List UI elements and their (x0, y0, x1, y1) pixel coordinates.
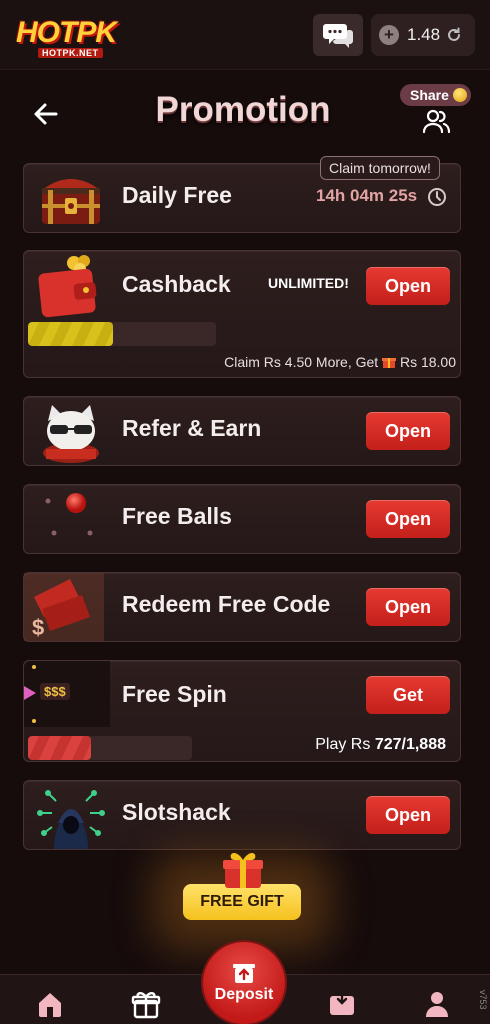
free-balls-card[interactable]: Free Balls Open (23, 484, 461, 554)
coin-icon (452, 88, 467, 102)
daily-timer: 14h 04m 25s (316, 186, 418, 205)
add-funds-icon[interactable]: + (379, 25, 399, 45)
slotshack-open-button[interactable]: Open (366, 796, 450, 834)
spin-progress-fill (28, 736, 92, 760)
cashback-title: Cashback (122, 271, 231, 297)
free-spin-title: Free Spin (122, 681, 227, 707)
cashback-progress-bar (28, 322, 216, 346)
logo-text: HOTPK (16, 16, 117, 49)
share-users-icon[interactable] (421, 108, 451, 134)
play-progress-text: Play Rs 727/1,888 (315, 736, 446, 754)
deposit-label: Deposit (214, 986, 274, 1003)
free-balls-title: Free Balls (122, 503, 232, 529)
spin-progress-bar (28, 736, 192, 760)
claim-tomorrow-tag: Claim tomorrow! (320, 156, 440, 180)
cashback-open-button[interactable]: Open (366, 267, 450, 305)
balance-value: 1.48 (407, 25, 441, 44)
deposit-button[interactable]: Deposit (201, 940, 287, 1024)
refer-earn-open-button[interactable]: Open (366, 412, 450, 450)
redeem-code-card[interactable]: $ Redeem Free Code Open (23, 572, 461, 642)
free-spin-card[interactable]: $$$ Free Spin Get Play Rs 727/1,888 (23, 660, 461, 762)
daily-free-card[interactable]: Daily Free Claim tomorrow! 14h 04m 25s (23, 156, 461, 233)
cashback-progress-fill (28, 322, 113, 346)
unlimited-badge: UNLIMITED! (268, 275, 349, 291)
wallet-nav-icon[interactable] (327, 989, 357, 1019)
clock-icon (428, 188, 446, 206)
share-label: Share (410, 87, 449, 103)
home-icon[interactable] (35, 989, 65, 1019)
slot-machine-icon: $$$ (24, 661, 110, 727)
spin-tag: $$$ (40, 683, 70, 700)
profile-icon[interactable] (422, 989, 452, 1019)
claim-note-amount: Rs 18.00 (399, 354, 456, 370)
play-value: 727/1,888 (374, 736, 446, 753)
mini-gift-icon (382, 358, 397, 368)
hotpk-logo[interactable]: HOTPK HOTPK.NET (16, 14, 128, 60)
logo-subtext: HOTPK.NET (38, 48, 103, 58)
share-badge[interactable]: Share (400, 84, 471, 106)
wallet-coins-icon (38, 255, 97, 318)
tickets-icon: $ (24, 573, 104, 641)
redeem-code-title: Redeem Free Code (122, 591, 331, 617)
deposit-icon (233, 964, 255, 983)
refer-earn-title: Refer & Earn (122, 415, 262, 441)
cat-mascot-icon (43, 405, 99, 463)
gift-nav-icon[interactable] (131, 989, 161, 1019)
slotshack-card[interactable]: Slotshack Open (23, 780, 461, 850)
svg-text:$: $ (32, 615, 44, 640)
redeem-code-open-button[interactable]: Open (366, 588, 450, 626)
page-header: Promotion Share (0, 72, 490, 152)
claim-note-prefix: Claim Rs 4.50 More, Get (224, 354, 379, 370)
free-balls-open-button[interactable]: Open (366, 500, 450, 538)
cashback-card[interactable]: Cashback UNLIMITED! Open Claim Rs 4.50 M… (23, 250, 461, 378)
daily-free-title: Daily Free (122, 182, 232, 208)
chat-icon (323, 24, 353, 48)
play-label: Play Rs (315, 736, 371, 753)
treasure-chest-icon (42, 179, 100, 224)
chat-button[interactable] (313, 14, 363, 56)
free-gift-label: FREE GIFT (200, 893, 284, 910)
refresh-icon[interactable] (446, 27, 462, 43)
balls-icon (45, 493, 93, 536)
version-label: v753 (478, 990, 488, 1010)
free-spin-get-button[interactable]: Get (366, 676, 450, 714)
hacker-icon (37, 790, 105, 849)
balance-pill[interactable]: + 1.48 (371, 14, 475, 56)
cashback-claim-note: Claim Rs 4.50 More, Get Rs 18.00 (224, 354, 456, 370)
top-bar: HOTPK HOTPK.NET + 1.48 (0, 0, 490, 70)
gift-box-icon[interactable] (221, 848, 265, 890)
refer-earn-card[interactable]: Refer & Earn Open (23, 396, 461, 466)
slotshack-title: Slotshack (122, 799, 231, 825)
